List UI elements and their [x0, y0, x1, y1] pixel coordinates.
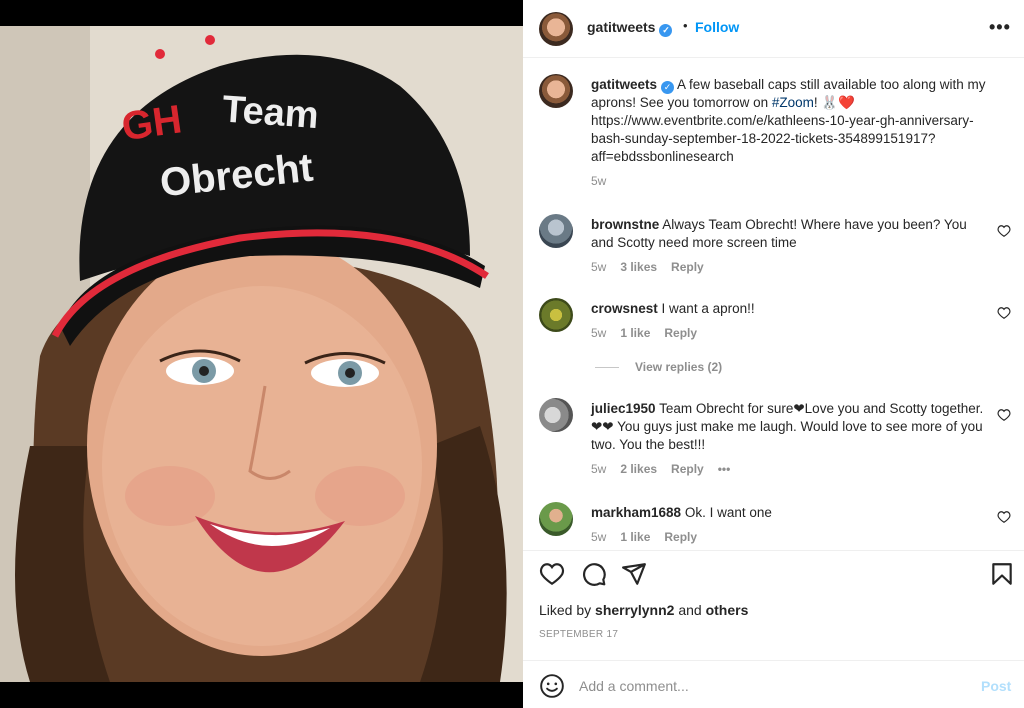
reply-button[interactable]: Reply	[671, 462, 704, 476]
post-photo[interactable]: GH Team Obrecht	[0, 0, 523, 708]
comments-list[interactable]: gatitweets ✓ A few baseball caps still av…	[523, 58, 1024, 550]
save-bookmark-icon[interactable]	[989, 561, 1015, 587]
comment-avatar[interactable]	[539, 214, 573, 248]
like-heart-icon[interactable]	[539, 561, 565, 587]
liked-by-prefix: Liked by	[539, 602, 592, 618]
reply-button[interactable]: Reply	[664, 530, 697, 544]
share-paper-plane-icon[interactable]	[621, 561, 647, 587]
caption-verified-icon: ✓	[661, 81, 675, 94]
like-comment-heart-icon[interactable]	[997, 224, 1011, 238]
reply-button[interactable]: Reply	[671, 260, 704, 274]
post-sidebar: gatitweets ✓ • Follow ••• gatitweets ✓ A f…	[523, 0, 1024, 708]
emoji-icon[interactable]	[539, 673, 565, 699]
comment-text: juliec1950 Team Obrecht for sure❤Love yo…	[591, 400, 991, 454]
comment-time[interactable]: 5w	[591, 260, 606, 274]
like-comment-heart-icon[interactable]	[997, 306, 1011, 320]
liked-by-and: and	[678, 602, 702, 618]
selfie-illustration: GH Team Obrecht	[0, 26, 523, 682]
comment-avatar[interactable]	[539, 502, 573, 536]
comment-bubble-icon[interactable]	[581, 561, 607, 587]
author-avatar[interactable]	[539, 12, 573, 46]
caption-text: gatitweets ✓ A few baseball caps still av…	[591, 76, 991, 166]
post-actions: Liked by sherrylynn2 and others SEPTEMBE…	[523, 550, 1024, 650]
author-username-text[interactable]: gatitweets	[587, 19, 655, 35]
comment-username[interactable]: markham1688	[591, 505, 681, 520]
comment-username[interactable]: crowsnest	[591, 301, 658, 316]
like-comment-heart-icon[interactable]	[997, 408, 1011, 422]
comment-time[interactable]: 5w	[591, 462, 606, 476]
comment-likes[interactable]: 2 likes	[620, 462, 657, 476]
comment-likes[interactable]: 3 likes	[620, 260, 657, 274]
comment-input[interactable]	[579, 673, 959, 699]
caption-avatar[interactable]	[539, 74, 573, 108]
comment-avatar[interactable]	[539, 398, 573, 432]
comment-body: I want a apron!!	[661, 301, 755, 316]
hashtag-link[interactable]: #Zoom	[772, 95, 814, 110]
comment-text: markham1688 Ok. I want one	[591, 504, 991, 522]
more-options-icon[interactable]: •••	[989, 18, 1011, 36]
comment-body: Ok. I want one	[684, 505, 772, 520]
comment-username[interactable]: juliec1950	[591, 401, 656, 416]
comment-username[interactable]: brownstne	[591, 217, 659, 232]
post-comment-button[interactable]: Post	[981, 678, 1011, 694]
caption-meta: 5w	[591, 174, 620, 188]
post-header: gatitweets ✓ • Follow •••	[523, 0, 1024, 58]
header-separator: •	[683, 18, 688, 33]
comment-text: brownstne Always Team Obrecht! Where hav…	[591, 216, 991, 252]
post-date[interactable]: SEPTEMBER 17	[539, 629, 618, 640]
comment-time[interactable]: 5w	[591, 326, 606, 340]
comment-avatar[interactable]	[539, 298, 573, 332]
comment-meta: 5w 1 like Reply	[591, 326, 711, 340]
author-username[interactable]: gatitweets ✓	[587, 19, 673, 37]
comment-more-icon[interactable]: •••	[718, 462, 731, 476]
comment-time[interactable]: 5w	[591, 530, 606, 544]
comment-text: crowsnest I want a apron!!	[591, 300, 991, 318]
photo-image: GH Team Obrecht	[0, 26, 523, 682]
comment-meta: 5w 3 likes Reply	[591, 260, 718, 274]
caption-username[interactable]: gatitweets	[591, 77, 657, 92]
verified-badge-icon: ✓	[659, 24, 673, 37]
liked-by-others[interactable]: others	[706, 602, 749, 618]
comment-meta: 5w 2 likes Reply •••	[591, 462, 744, 476]
comment-likes[interactable]: 1 like	[620, 326, 650, 340]
liked-by-line: Liked by sherrylynn2 and others	[539, 602, 748, 618]
add-comment-bar: Post	[523, 660, 1024, 708]
comment-likes[interactable]: 1 like	[620, 530, 650, 544]
cap-text-team: Team	[221, 88, 320, 137]
view-replies-button[interactable]: View replies (2)	[595, 360, 722, 374]
like-comment-heart-icon[interactable]	[997, 510, 1011, 524]
instagram-post-modal: GH Team Obrecht gatitweets ✓ • Follow •••…	[0, 0, 1024, 708]
comment-meta: 5w 1 like Reply	[591, 530, 711, 544]
caption-time[interactable]: 5w	[591, 174, 606, 188]
liked-by-user[interactable]: sherrylynn2	[595, 602, 674, 618]
cap-text-gh: GH	[119, 97, 185, 149]
follow-button[interactable]: Follow	[695, 19, 739, 35]
reply-button[interactable]: Reply	[664, 326, 697, 340]
